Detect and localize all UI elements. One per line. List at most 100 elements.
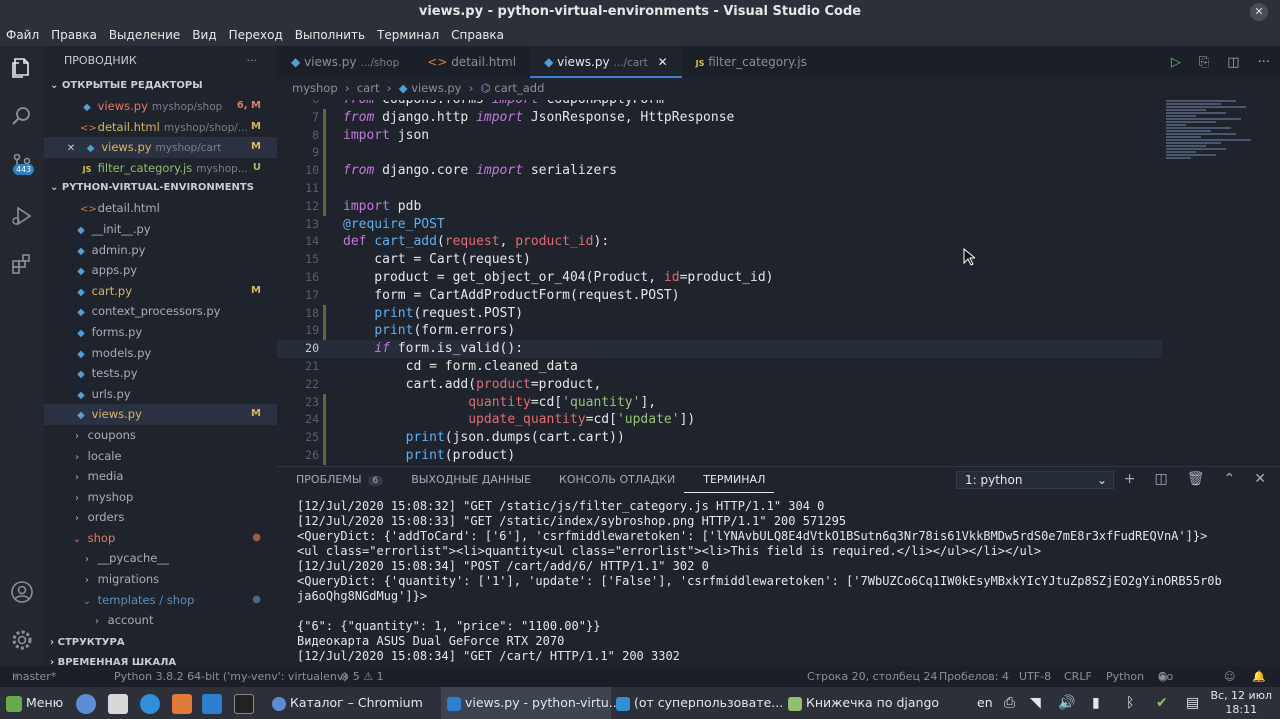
menu-terminal[interactable]: Терминал <box>371 28 445 42</box>
tab-views-shop[interactable]: ◆ views.py .../shop <box>277 46 413 78</box>
minimap[interactable] <box>1166 100 1266 220</box>
cursor-position[interactable]: Строка 20, столбец 24 <box>807 666 937 687</box>
launcher-sublime-icon[interactable] <box>172 687 192 719</box>
search-icon[interactable] <box>10 104 34 128</box>
chevron-down-icon: ⌄ <box>1096 473 1107 487</box>
notifications-icon[interactable]: 🔔 <box>1252 666 1266 687</box>
encoding[interactable]: UTF-8 <box>1019 666 1051 687</box>
taskbar-item-folder[interactable]: Книжечка по django <box>788 687 948 719</box>
menu-file[interactable]: Файл <box>0 28 45 42</box>
open-editor-item[interactable]: ◆ views.py myshop/shop 6, M <box>44 96 277 117</box>
problems-status[interactable]: ⊗ 5 ⚠ 1 <box>340 666 384 687</box>
settings-gear-icon[interactable] <box>10 628 34 652</box>
structure-section[interactable]: › СТРУКТУРА <box>44 633 277 653</box>
launcher-telegram-icon[interactable] <box>140 687 160 719</box>
open-editors-section[interactable]: ⌄ ОТКРЫТЫЕ РЕДАКТОРЫ <box>44 76 277 96</box>
printer-icon[interactable]: ⎙ <box>1004 687 1015 719</box>
trash-icon[interactable]: 🗑 <box>1187 471 1205 487</box>
launcher-terminal-icon[interactable] <box>234 687 254 719</box>
open-editor-item[interactable]: JS filter_category.js myshop... U <box>44 158 277 179</box>
chevron-up-icon[interactable]: ⌃ <box>1224 471 1236 487</box>
file-item[interactable]: ◆ cart.py M <box>44 281 277 302</box>
split-editor-icon[interactable]: ◫ <box>1227 55 1239 70</box>
update-shield-icon[interactable]: ✔ <box>1156 687 1168 719</box>
taskbar-item-chromium[interactable]: Каталог – Chromium <box>272 687 440 719</box>
menu-go[interactable]: Переход <box>223 28 289 42</box>
code-editor[interactable]: 6from coupons.forms import CouponApplyFo… <box>277 100 1177 466</box>
open-changes-icon[interactable]: ⎘ <box>1199 55 1209 70</box>
close-window-icon[interactable]: ✕ <box>1250 3 1268 21</box>
menu-edit[interactable]: Правка <box>45 28 103 42</box>
folder-item[interactable]: › migrations <box>44 569 277 590</box>
folder-item-expanded[interactable]: ⌄ shop ● <box>44 528 277 549</box>
chevron-right-icon: › <box>75 513 79 525</box>
launcher-chromium-icon[interactable] <box>76 687 96 719</box>
tab-output[interactable]: ВЫХОДНЫЕ ДАННЫЕ <box>392 467 540 493</box>
folder-item[interactable]: › locale <box>44 446 277 467</box>
battery-icon[interactable]: ▮ <box>1092 687 1100 719</box>
volume-icon[interactable]: 🔊 <box>1058 687 1075 719</box>
file-item[interactable]: ◆ admin.py <box>44 240 277 261</box>
explorer-icon[interactable] <box>10 56 34 80</box>
folder-item[interactable]: › coupons <box>44 425 277 446</box>
run-file-icon[interactable]: ▷ <box>1171 55 1181 70</box>
file-item[interactable]: ◆ forms.py <box>44 322 277 343</box>
bluetooth-icon[interactable]: ᛒ <box>1126 687 1134 719</box>
split-terminal-icon[interactable]: ◫ <box>1155 471 1168 487</box>
terminal-select[interactable]: 1: python ⌄ <box>956 471 1114 489</box>
menu-run[interactable]: Выполнить <box>289 28 371 42</box>
launcher-vscode-icon[interactable] <box>202 687 222 719</box>
clock[interactable]: Вс, 12 июл 18:11 <box>1210 689 1272 717</box>
tab-detail-html[interactable]: <> detail.html <box>413 46 530 78</box>
file-item[interactable]: ◆ __init__.py <box>44 219 277 240</box>
folder-item[interactable]: › orders <box>44 507 277 528</box>
feedback-icon[interactable]: ☺ <box>1224 666 1235 687</box>
folder-item[interactable]: › myshop <box>44 487 277 508</box>
close-tab-icon[interactable]: ✕ <box>658 55 668 69</box>
start-menu-button[interactable]: Меню <box>6 687 63 719</box>
new-terminal-icon[interactable]: + <box>1124 471 1136 487</box>
project-section[interactable]: ⌄ PYTHON-VIRTUAL-ENVIRONMENTS <box>44 178 277 198</box>
launcher-files-icon[interactable] <box>108 687 128 719</box>
tab-terminal[interactable]: ТЕРМИНАЛ <box>684 467 775 493</box>
folder-item-expanded[interactable]: ⌄ templates / shop ● <box>44 590 277 611</box>
folder-item[interactable]: › __pycache__ <box>44 548 277 569</box>
python-file-icon: ◆ <box>77 245 85 257</box>
file-item[interactable]: ◆ apps.py <box>44 260 277 281</box>
timeline-section[interactable]: › ВРЕМЕННАЯ ШКАЛА <box>44 653 277 666</box>
folder-item[interactable]: › account <box>44 610 277 631</box>
folder-item[interactable]: › media <box>44 466 277 487</box>
file-item[interactable]: ◆ context_processors.py <box>44 301 277 322</box>
open-editor-item[interactable]: <> detail.html myshop/shop/... M <box>44 117 277 138</box>
tab-filter-category[interactable]: JS filter_category.js <box>682 46 821 78</box>
python-interpreter[interactable]: Python 3.8.2 64-bit ('my-venv': virtuale… <box>114 666 348 687</box>
file-item[interactable]: <> detail.html <box>44 198 277 219</box>
more-actions-icon[interactable]: ··· <box>1258 55 1270 70</box>
menu-help[interactable]: Справка <box>445 28 510 42</box>
close-panel-icon[interactable]: ✕ <box>1254 471 1266 487</box>
account-icon[interactable] <box>10 580 34 604</box>
tab-debug-console[interactable]: КОНСОЛЬ ОТЛАДКИ <box>540 467 684 493</box>
menu-view[interactable]: Вид <box>186 28 222 42</box>
file-item[interactable]: ◆ models.py <box>44 343 277 364</box>
more-actions-icon[interactable]: ··· <box>247 46 258 76</box>
tab-views-cart[interactable]: ◆ views.py .../cart ✕ <box>530 46 682 78</box>
open-editor-item-active[interactable]: ✕ ◆ views.py myshop/cart M <box>44 137 277 158</box>
clipboard-icon[interactable]: ▤ <box>1186 687 1199 719</box>
menu-selection[interactable]: Выделение <box>103 28 186 42</box>
language-mode[interactable]: Python <box>1106 666 1144 687</box>
file-item[interactable]: ◆ tests.py <box>44 363 277 384</box>
tab-problems[interactable]: ПРОБЛЕМЫ 6 <box>277 467 392 493</box>
file-item-selected[interactable]: ◆ views.py M <box>44 404 277 425</box>
wifi-icon[interactable]: ◥ <box>1030 687 1041 719</box>
close-editor-icon[interactable]: ✕ <box>64 139 78 160</box>
terminal-output[interactable]: [12/Jul/2020 15:08:32] "GET /static/js/f… <box>297 499 1267 664</box>
file-item[interactable]: ◆ urls.py <box>44 384 277 405</box>
taskbar-item-telegram[interactable]: (от суперпользовате... <box>616 687 783 719</box>
keyboard-layout[interactable]: en <box>977 687 993 719</box>
taskbar-item-vscode[interactable]: views.py - python-virtu... <box>441 687 621 719</box>
run-debug-icon[interactable] <box>10 204 34 228</box>
end-of-line[interactable]: CRLF <box>1064 666 1092 687</box>
extensions-icon[interactable] <box>10 252 34 276</box>
indentation[interactable]: Пробелов: 4 <box>939 666 1009 687</box>
